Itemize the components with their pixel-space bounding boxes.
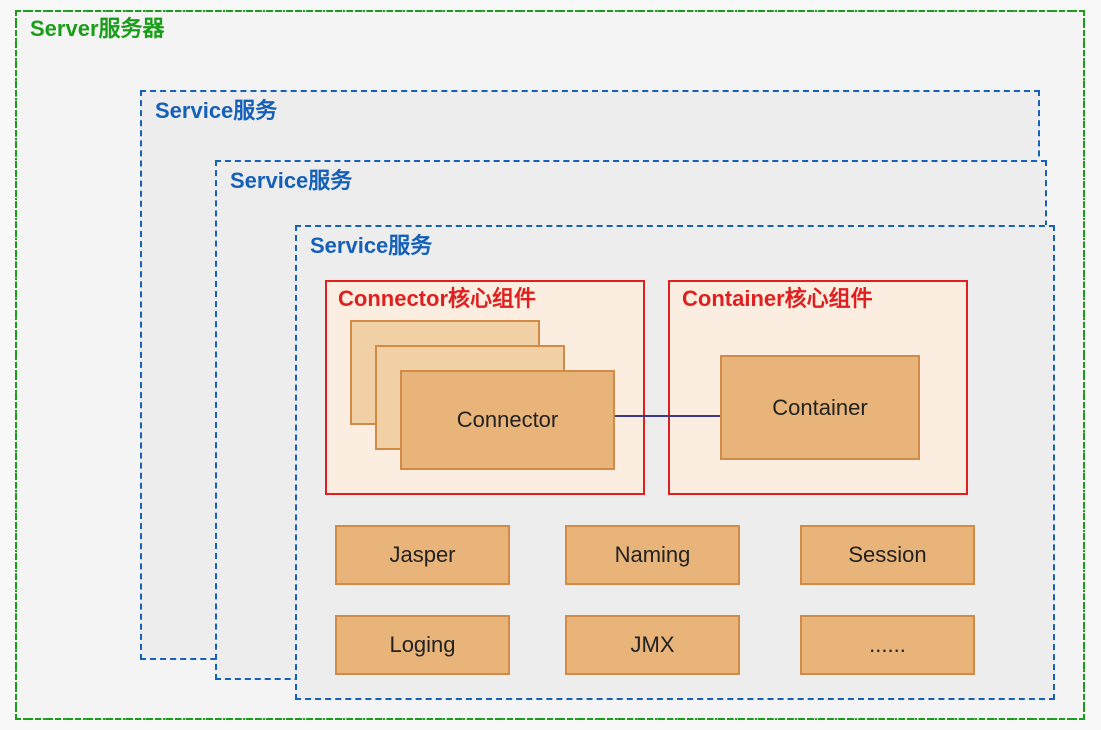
server-title: Server服务器 xyxy=(30,18,165,40)
container-core-title: Container核心组件 xyxy=(682,288,873,310)
module-more-label: ...... xyxy=(869,632,906,658)
module-naming-label: Naming xyxy=(615,542,691,568)
container-box: Container xyxy=(720,355,920,460)
service-title-mid: Service服务 xyxy=(230,170,352,192)
module-jmx: JMX xyxy=(565,615,740,675)
module-jasper: Jasper xyxy=(335,525,510,585)
connector-core-title: Connector核心组件 xyxy=(338,288,536,310)
module-naming: Naming xyxy=(565,525,740,585)
module-loging: Loging xyxy=(335,615,510,675)
container-box-label: Container xyxy=(772,395,867,421)
module-session-label: Session xyxy=(848,542,926,568)
module-loging-label: Loging xyxy=(389,632,455,658)
service-title-back: Service服务 xyxy=(155,100,277,122)
connector-box-front: Connector xyxy=(400,370,615,470)
connector-container-link xyxy=(615,415,720,417)
connector-box-label: Connector xyxy=(457,407,559,433)
module-more: ...... xyxy=(800,615,975,675)
module-session: Session xyxy=(800,525,975,585)
module-jasper-label: Jasper xyxy=(389,542,455,568)
module-jmx-label: JMX xyxy=(631,632,675,658)
service-title-front: Service服务 xyxy=(310,235,432,257)
